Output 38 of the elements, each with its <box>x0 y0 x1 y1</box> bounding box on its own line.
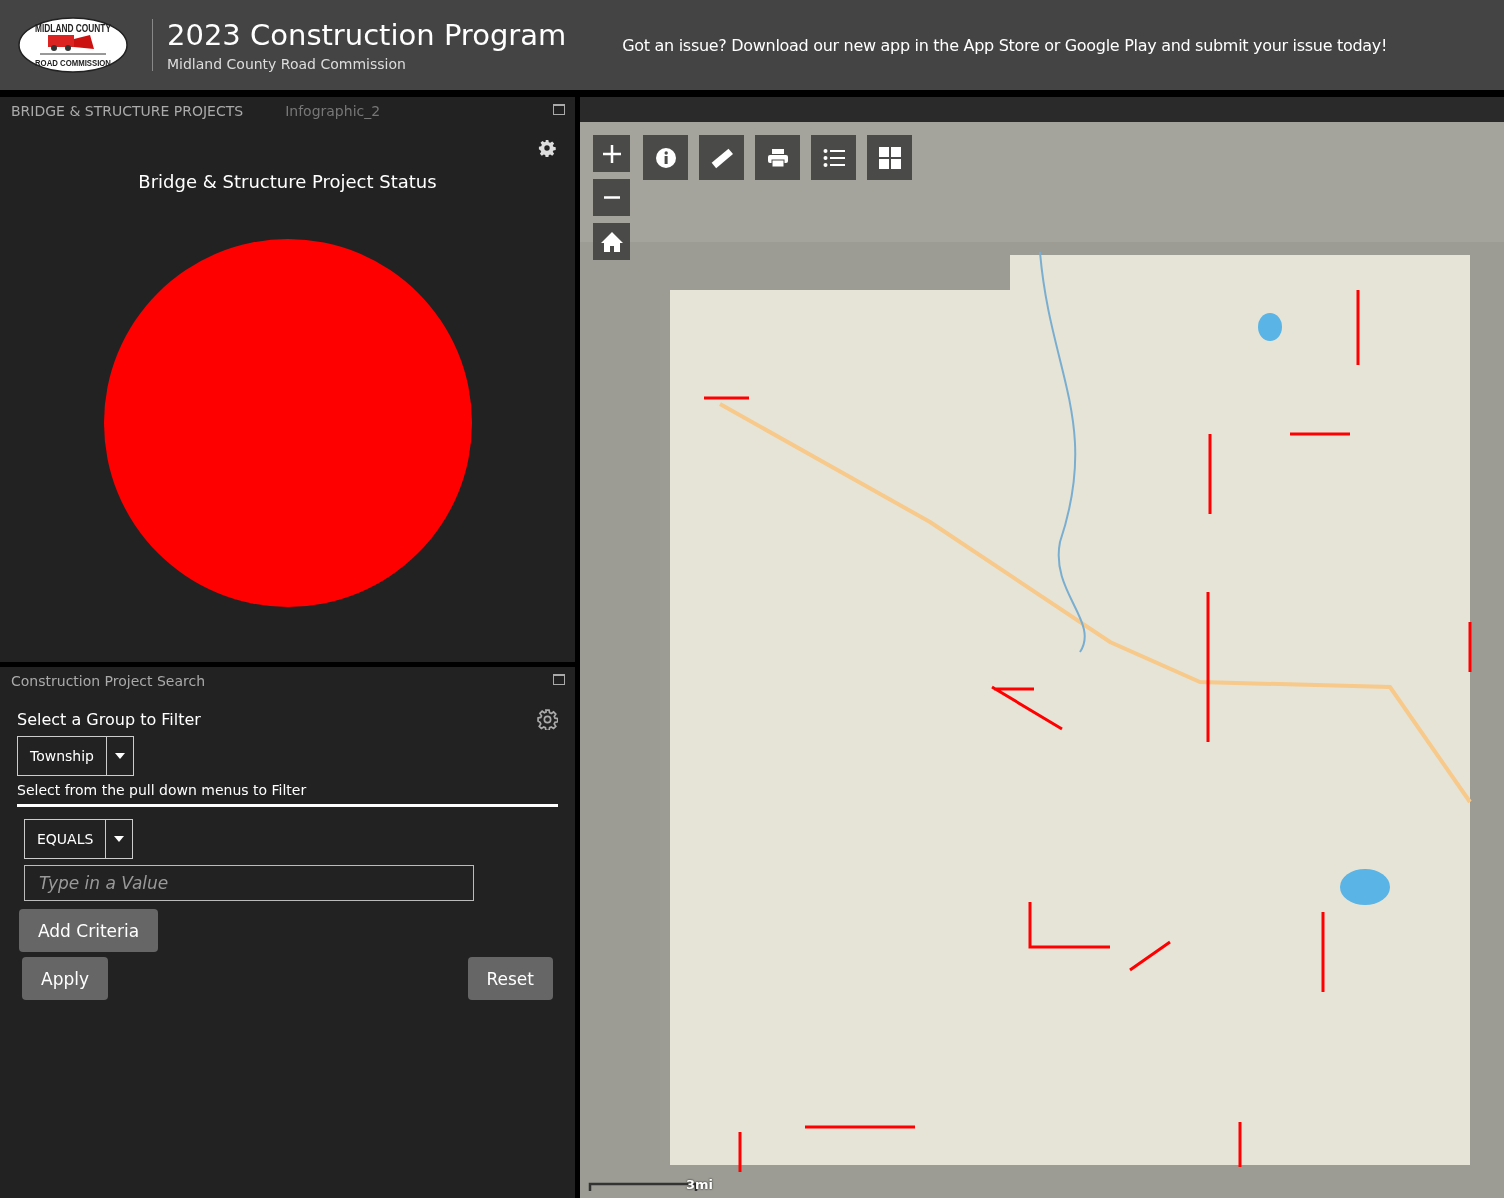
measure-button[interactable] <box>699 135 744 180</box>
group-label: Select a Group to Filter <box>17 710 201 729</box>
minus-icon <box>603 196 620 199</box>
scale-label: 3mi <box>686 1177 714 1192</box>
operator-dropdown[interactable]: EQUALS <box>24 819 134 859</box>
settings-icon[interactable] <box>537 709 558 730</box>
legend-button[interactable] <box>811 135 856 180</box>
app-title: 2023 Construction Program <box>167 18 567 52</box>
logo: MIDLAND COUNTY ROAD COMMISSION <box>18 17 128 73</box>
caret-icon <box>115 753 125 759</box>
panel-title: Construction Project Search <box>11 673 206 689</box>
panel-title: BRIDGE & STRUCTURE PROJECTS <box>11 103 244 119</box>
list-icon <box>822 147 845 168</box>
panel-tab[interactable]: Infographic_2 <box>285 103 381 119</box>
maximize-icon[interactable] <box>553 104 565 115</box>
apply-button[interactable]: Apply <box>22 957 108 1000</box>
app-subtitle: Midland County Road Commission <box>167 56 407 72</box>
zoom-in-button[interactable] <box>593 135 630 172</box>
info-button[interactable] <box>643 135 688 180</box>
grid-icon <box>878 146 901 169</box>
caret-icon <box>114 836 125 842</box>
print-button[interactable] <box>755 135 800 180</box>
basemap-button[interactable] <box>867 135 912 180</box>
group-dropdown[interactable]: Township <box>17 736 134 776</box>
settings-icon[interactable] <box>538 139 556 157</box>
printer-icon <box>766 147 789 168</box>
info-icon <box>654 146 677 169</box>
chart-title: Bridge & Structure Project Status <box>138 171 437 192</box>
filter-hint: Select from the pull down menus to Filter <box>17 782 558 807</box>
notice-text: Got an issue? Download our new app in the App Store or Google Play and submit your issue today! <box>622 35 1388 55</box>
home-icon <box>599 229 624 254</box>
reset-button[interactable]: Reset <box>467 957 553 1000</box>
value-field[interactable]: Type in a Value <box>24 865 474 901</box>
add-criteria-button[interactable]: Add Criteria <box>19 909 159 952</box>
maximize-icon[interactable] <box>553 674 565 685</box>
plus-icon <box>601 143 622 164</box>
home-button[interactable] <box>593 223 630 260</box>
zoom-out-button[interactable] <box>593 179 630 216</box>
